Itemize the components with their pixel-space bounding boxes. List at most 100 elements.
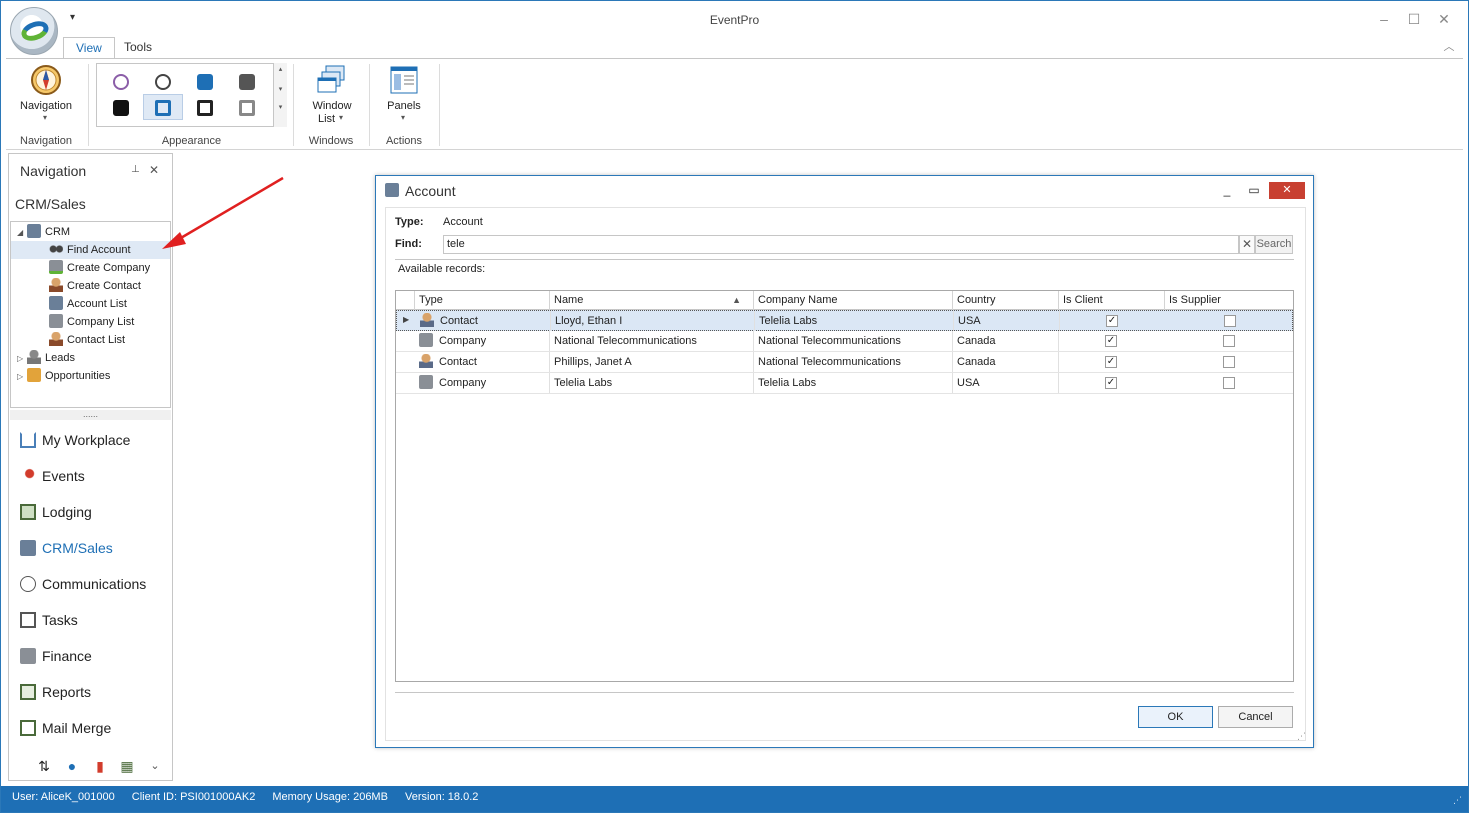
nav-link-events[interactable]: Events bbox=[20, 464, 85, 488]
pane-splitter[interactable]: ...... bbox=[10, 410, 171, 420]
column-header-label: Name bbox=[554, 294, 584, 306]
window-resize-grip-icon[interactable]: ⋰ bbox=[1453, 795, 1462, 806]
nav-link-communications[interactable]: Communications bbox=[20, 572, 146, 596]
minimize-icon[interactable]: – bbox=[1374, 10, 1394, 28]
search-button[interactable]: Search bbox=[1255, 235, 1293, 254]
column-header-is-client[interactable]: Is Client bbox=[1059, 291, 1165, 310]
nav-link-reports[interactable]: Reports bbox=[20, 680, 91, 704]
gallery-expand-icon[interactable]: ▾ bbox=[274, 103, 287, 111]
nav-link-my-workplace[interactable]: My Workplace bbox=[20, 428, 130, 452]
theme-gray-icon[interactable] bbox=[239, 74, 255, 90]
more-options-chevron-icon[interactable]: ⌄ bbox=[146, 757, 164, 775]
nav-link-label: Finance bbox=[42, 648, 92, 664]
is-client-checkbox[interactable]: ✓ bbox=[1105, 377, 1117, 389]
navigation-ribbon-button[interactable]: Navigation ▾ bbox=[18, 64, 74, 124]
tree-item-create-contact[interactable]: Create Contact bbox=[11, 277, 170, 295]
tree-item-find-account[interactable]: Find Account bbox=[11, 241, 170, 259]
is-client-checkbox[interactable]: ✓ bbox=[1105, 335, 1117, 347]
column-header-is-supplier[interactable]: Is Supplier bbox=[1165, 291, 1293, 310]
is-supplier-checkbox[interactable] bbox=[1223, 377, 1235, 389]
tab-view[interactable]: View bbox=[63, 37, 115, 59]
dialog-title: Account bbox=[405, 183, 456, 199]
scroll-up-icon[interactable]: ▴ bbox=[274, 65, 287, 73]
maximize-icon[interactable]: ☐ bbox=[1404, 10, 1424, 28]
type-label: Type: bbox=[395, 216, 424, 228]
is-client-checkbox[interactable]: ✓ bbox=[1106, 315, 1118, 327]
dialog-maximize-icon[interactable]: ▭ bbox=[1245, 182, 1263, 199]
close-icon[interactable]: ✕ bbox=[1434, 10, 1454, 28]
tree-item-create-company[interactable]: Create Company bbox=[11, 259, 170, 277]
column-header-name[interactable]: Name ▲ bbox=[550, 291, 754, 310]
table-row[interactable]: Company Telelia Labs Telelia Labs USA ✓ bbox=[396, 373, 1293, 394]
tree-item-leads[interactable]: ▷ Leads bbox=[11, 349, 170, 367]
tree-item-opportunities[interactable]: ▷ Opportunities bbox=[11, 367, 170, 385]
nav-link-crm-sales[interactable]: CRM/Sales bbox=[20, 536, 113, 560]
tree-item-account-list[interactable]: Account List bbox=[11, 295, 170, 313]
column-header-company-name[interactable]: Company Name bbox=[754, 291, 953, 310]
is-supplier-checkbox[interactable] bbox=[1224, 315, 1236, 327]
panels-button[interactable]: Panels ▾ bbox=[378, 64, 430, 126]
binoculars-icon bbox=[49, 242, 63, 256]
nav-link-finance[interactable]: Finance bbox=[20, 644, 92, 668]
ok-button[interactable]: OK bbox=[1138, 706, 1213, 728]
line-chart-icon[interactable]: ▦ bbox=[118, 757, 136, 775]
column-header-country[interactable]: Country bbox=[953, 291, 1059, 310]
is-supplier-checkbox[interactable] bbox=[1223, 335, 1235, 347]
nav-link-lodging[interactable]: Lodging bbox=[20, 500, 92, 524]
gallery-scrollbar[interactable]: ▴ ▾ ▾ bbox=[273, 63, 287, 127]
tree-item-contact-list[interactable]: Contact List bbox=[11, 331, 170, 349]
create-company-icon bbox=[49, 260, 63, 274]
tree-collapsed-icon[interactable]: ▷ bbox=[17, 368, 27, 386]
nav-link-label: Tasks bbox=[42, 612, 78, 628]
tree-item-company-list[interactable]: Company List bbox=[11, 313, 170, 331]
account-dialog-icon bbox=[385, 183, 399, 197]
globe-icon[interactable]: ● bbox=[63, 757, 81, 775]
theme-office-gray-icon[interactable] bbox=[239, 100, 255, 116]
theme-black-icon[interactable] bbox=[113, 100, 129, 116]
dropdown-arrow-icon: ▾ bbox=[43, 113, 48, 122]
status-memory: Memory Usage: 206MB bbox=[272, 791, 388, 803]
window-title: EventPro bbox=[709, 13, 760, 27]
nav-link-tasks[interactable]: Tasks bbox=[20, 608, 78, 632]
table-row[interactable]: ▶ Contact Lloyd, Ethan I Telelia Labs US… bbox=[396, 310, 1293, 331]
nav-link-label: Communications bbox=[42, 576, 147, 592]
dialog-minimize-icon[interactable]: _ bbox=[1218, 182, 1236, 199]
bar-chart-icon[interactable]: ▮ bbox=[91, 757, 109, 775]
tab-tools[interactable]: Tools bbox=[112, 37, 164, 59]
window-list-button[interactable]: Window List ▾ bbox=[302, 64, 362, 126]
scroll-down-icon[interactable]: ▾ bbox=[274, 85, 287, 93]
tree-item-crm[interactable]: ◢ CRM bbox=[11, 223, 170, 241]
panels-button-label: Panels bbox=[387, 100, 421, 112]
cell-country: USA bbox=[954, 311, 1060, 331]
resize-grip-icon[interactable]: ⋰ bbox=[1297, 731, 1306, 742]
cell-company-name: Telelia Labs bbox=[754, 373, 953, 393]
theme-office-blue-icon[interactable] bbox=[155, 100, 171, 116]
column-header-type[interactable]: Type bbox=[415, 291, 550, 310]
find-input[interactable]: tele bbox=[443, 235, 1239, 254]
theme-purple-icon[interactable] bbox=[113, 74, 129, 90]
clear-search-icon[interactable]: ✕ bbox=[1239, 235, 1255, 254]
annotation-arrow bbox=[162, 176, 284, 249]
is-supplier-checkbox[interactable] bbox=[1223, 356, 1235, 368]
tree-collapsed-icon[interactable]: ▷ bbox=[17, 350, 27, 368]
pin-icon[interactable]: ⊥ bbox=[131, 164, 140, 175]
nav-link-mail-merge[interactable]: Mail Merge bbox=[20, 716, 111, 740]
is-client-checkbox[interactable]: ✓ bbox=[1105, 356, 1117, 368]
cancel-button[interactable]: Cancel bbox=[1218, 706, 1293, 728]
sort-arrows-icon[interactable]: ⇅ bbox=[35, 757, 53, 775]
grid-header: Type Name ▲ Company Name Country Is Clien… bbox=[396, 291, 1293, 310]
tree-expanded-icon[interactable]: ◢ bbox=[17, 224, 27, 242]
nav-link-label: Lodging bbox=[42, 504, 92, 520]
table-row[interactable]: Contact Phillips, Janet A National Telec… bbox=[396, 352, 1293, 373]
crm-sales-icon bbox=[20, 540, 36, 556]
lodging-icon bbox=[20, 504, 36, 520]
table-row[interactable]: Company National Telecommunications Nati… bbox=[396, 331, 1293, 352]
theme-dark-icon[interactable] bbox=[155, 74, 171, 90]
theme-blue-icon[interactable] bbox=[197, 74, 213, 90]
theme-office-black-icon[interactable] bbox=[197, 100, 213, 116]
account-list-icon bbox=[49, 296, 63, 310]
dialog-close-button[interactable]: ✕ bbox=[1269, 182, 1305, 199]
calculator-icon bbox=[20, 648, 36, 664]
tree-item-label: Create Company bbox=[67, 262, 151, 274]
collapse-ribbon-icon[interactable]: ︿ bbox=[1439, 38, 1459, 56]
